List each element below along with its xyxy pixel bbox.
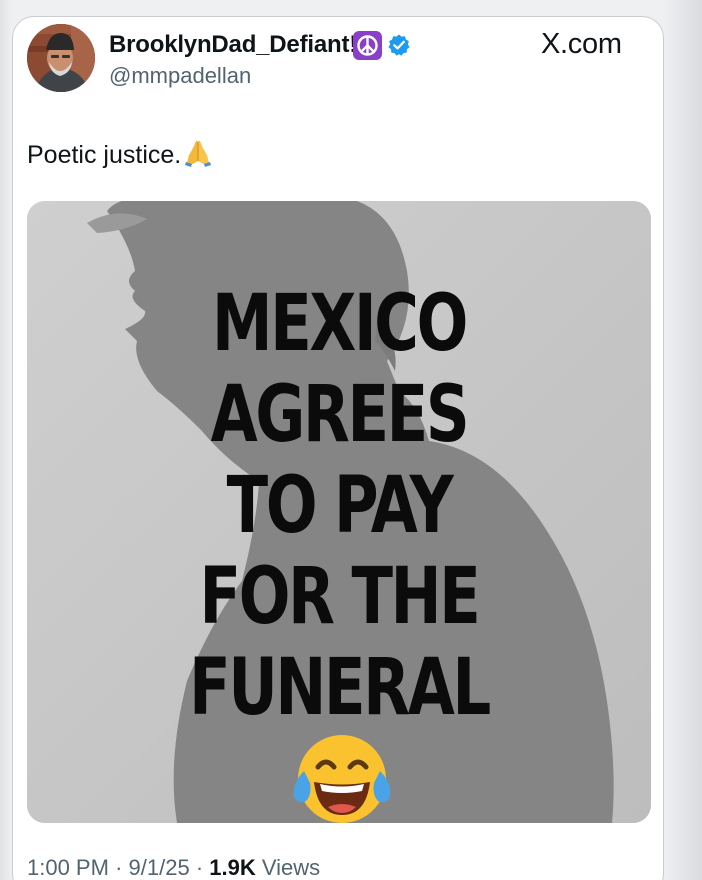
folded-hands-icon bbox=[183, 137, 213, 174]
tweet-media-image[interactable]: MEXICO AGREES TO PAY FOR THE FUNERAL bbox=[27, 201, 651, 823]
meta-separator: · bbox=[115, 855, 123, 880]
user-handle[interactable]: @mmpadellan bbox=[109, 63, 251, 89]
headline-line: FUNERAL bbox=[189, 643, 491, 733]
avatar[interactable] bbox=[27, 24, 95, 92]
verified-badge-icon bbox=[387, 33, 411, 57]
headline-line: FOR THE bbox=[199, 552, 481, 642]
tweet-card[interactable]: BrooklynDad_Defiant! @mmpadellan X.com P… bbox=[12, 16, 664, 880]
face-with-tears-of-joy-icon bbox=[290, 727, 394, 823]
headline-line: MEXICO bbox=[212, 279, 468, 369]
tweet-meta: 1:00 PM · 9/1/25 · 1.9K Views bbox=[27, 855, 320, 880]
peace-symbol-icon bbox=[353, 31, 382, 60]
tweet-time[interactable]: 1:00 PM bbox=[27, 855, 109, 880]
meme-headline: MEXICO AGREES TO PAY FOR THE FUNERAL bbox=[96, 279, 583, 734]
headline-line: TO PAY bbox=[226, 461, 454, 551]
site-label: X.com bbox=[541, 28, 622, 60]
tweet-date[interactable]: 9/1/25 bbox=[129, 855, 190, 880]
views-label: Views bbox=[261, 855, 321, 880]
screenshot-page: BrooklynDad_Defiant! @mmpadellan X.com P… bbox=[0, 0, 702, 880]
views-count: 1.9K bbox=[209, 855, 256, 880]
display-name[interactable]: BrooklynDad_Defiant! bbox=[109, 31, 357, 59]
tweet-text: Poetic justice. bbox=[27, 137, 213, 174]
headline-line: AGREES bbox=[210, 370, 470, 460]
tweet-text-content: Poetic justice. bbox=[27, 141, 182, 169]
meta-separator: · bbox=[195, 855, 204, 880]
